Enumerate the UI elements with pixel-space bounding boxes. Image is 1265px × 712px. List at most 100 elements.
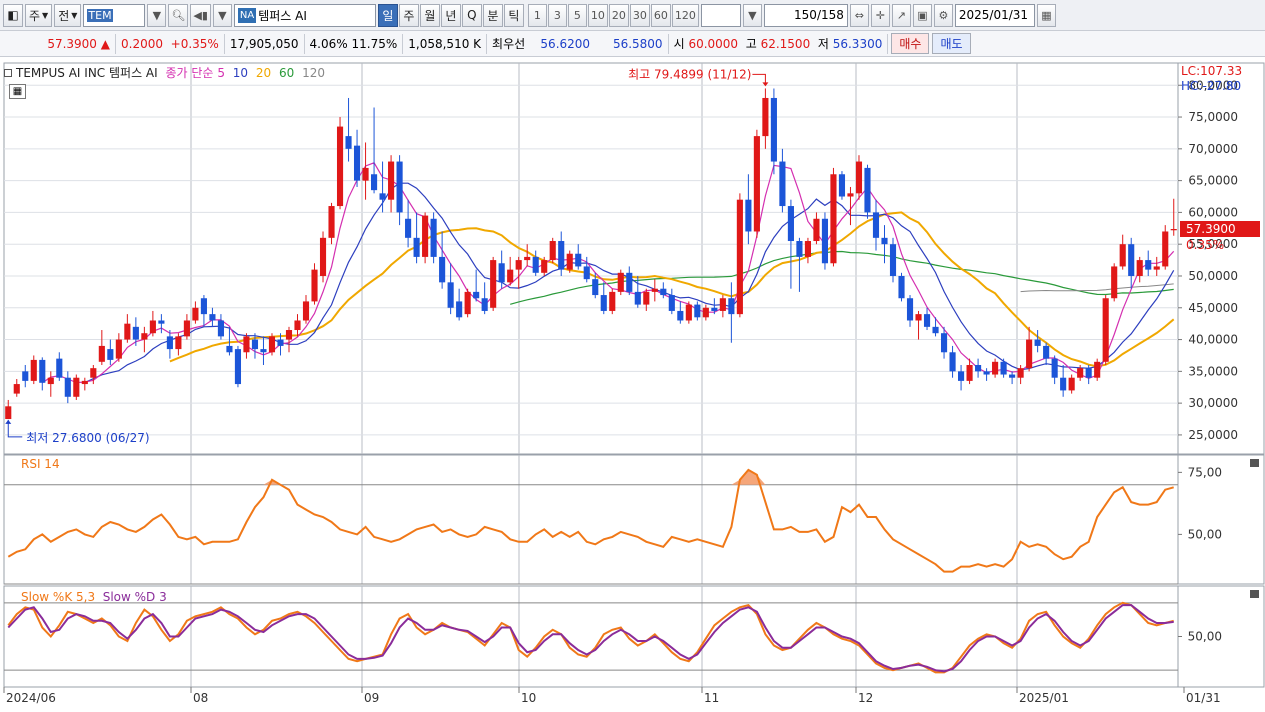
legend-square-icon: [4, 69, 12, 77]
tab-interval-20[interactable]: 20: [608, 3, 629, 27]
candle-body: [592, 279, 599, 296]
candle-body: [175, 336, 182, 350]
buy-button[interactable]: 매수: [891, 33, 930, 54]
open-value: 60.0000: [688, 36, 739, 51]
price-tick-label: 35,0000: [1188, 364, 1238, 378]
tab-period-4[interactable]: Q: [461, 3, 482, 27]
candle-body: [473, 291, 480, 299]
tab-interval-1[interactable]: 1: [527, 3, 547, 27]
quote-ohl: 시 60.0000 고 62.1500 저 56.3300: [669, 33, 889, 54]
tab-period-3[interactable]: 년: [440, 3, 461, 27]
date-input[interactable]: 2025/01/31: [954, 3, 1035, 27]
candle-body: [209, 314, 216, 321]
tab-period-5[interactable]: 분: [482, 3, 503, 27]
type-select[interactable]: 주 ▼: [25, 3, 53, 27]
candle-body: [5, 406, 12, 420]
tab-interval-3[interactable]: 3: [547, 3, 567, 27]
tab-period-6[interactable]: 틱: [503, 3, 524, 27]
stoch-tick-label: 50,00: [1188, 630, 1222, 644]
sound-button[interactable]: ◀▮: [190, 3, 211, 27]
panel-frame: [3, 454, 1179, 585]
chevron-down-icon: ▼: [748, 8, 757, 22]
layout-icon[interactable]: ◧: [3, 3, 23, 27]
x-tick-label: 08: [193, 691, 208, 705]
candle-body: [47, 377, 54, 385]
price-tick-label: 75,0000: [1188, 110, 1238, 124]
candle-body: [183, 320, 190, 337]
ma20-label: 20: [255, 66, 272, 80]
ma120-label: 120: [302, 66, 326, 80]
tab-period-2[interactable]: 월: [419, 3, 440, 27]
candle-body: [158, 320, 165, 324]
tab-interval-10[interactable]: 10: [587, 3, 608, 27]
candle-body: [149, 320, 156, 334]
count-input[interactable]: 150/158: [763, 3, 848, 27]
menu-dropdown-button[interactable]: ▼: [212, 3, 232, 27]
tab-interval-120[interactable]: 120: [671, 3, 699, 27]
candle-body: [251, 339, 259, 350]
tab-interval-30[interactable]: 30: [629, 3, 650, 27]
save-icon: ▣: [917, 8, 928, 22]
calendar-button[interactable]: ▦: [1036, 3, 1056, 27]
panel-frame: [3, 62, 1179, 455]
price-tick-label: 40,0000: [1188, 333, 1238, 347]
tab-period-1[interactable]: 주: [398, 3, 419, 27]
candle-body: [217, 320, 224, 337]
candle-body: [200, 298, 207, 315]
candle-body: [396, 161, 403, 213]
chevron-down-icon: ▼: [71, 10, 78, 20]
candle-body: [532, 256, 539, 273]
candle-body: [141, 333, 148, 340]
settings-button[interactable]: ⚙: [933, 3, 953, 27]
code-value: TEM: [87, 8, 113, 22]
candle-body: [762, 97, 769, 137]
candle-body: [81, 380, 88, 385]
candle-body: [447, 282, 454, 308]
panel-maximize-icon: [1250, 459, 1259, 467]
zoom-button[interactable]: ⇔: [849, 3, 869, 27]
candle-body: [804, 241, 811, 257]
chart-area[interactable]: 80,0000 75,0000 70,0000 65,0000 60,0000 55,00…: [0, 57, 1265, 709]
candle-body: [1136, 260, 1143, 276]
tool-button[interactable]: ↗: [891, 3, 911, 27]
quote-change: 0.2000 +0.35%: [116, 33, 225, 54]
code-dropdown-button[interactable]: ▼: [147, 3, 167, 27]
chart-svg[interactable]: 80,000075,000070,000065,000060,000055,00…: [0, 57, 1265, 709]
stock-name-field[interactable]: NA 템퍼스 AI: [233, 3, 376, 27]
candle-body: [124, 323, 131, 340]
chevron-down-icon: ▼: [42, 10, 49, 20]
x-tick-label: 2025/01: [1019, 691, 1069, 705]
quote-price: 57.3900 ▲: [4, 33, 116, 54]
market-select[interactable]: 전 ▼: [54, 3, 82, 27]
sell-button[interactable]: 매도: [932, 33, 971, 54]
candle-body: [115, 339, 122, 359]
search-icon: 🔍︎: [171, 8, 186, 22]
tab-interval-60[interactable]: 60: [650, 3, 671, 27]
candle-body: [192, 307, 199, 321]
quote-bar: 57.3900 ▲ 0.2000 +0.35% 17,905,050 4.06%…: [0, 31, 1265, 57]
search-button[interactable]: 🔍︎: [168, 3, 189, 27]
candle-body: [1060, 377, 1067, 391]
ask-value: 56.6200: [540, 36, 591, 51]
candle-body: [362, 167, 369, 181]
candle-body: [796, 241, 803, 257]
rsi-tick-label: 50,00: [1188, 527, 1222, 541]
candle-body: [234, 349, 242, 385]
interval-input[interactable]: [700, 3, 741, 27]
candle-body: [949, 352, 956, 372]
tab-interval-5[interactable]: 5: [567, 3, 587, 27]
candle-body: [719, 298, 726, 311]
panel-maximize-icon: [1250, 590, 1259, 598]
quote-amount: 1,058,510 K: [403, 33, 488, 54]
interval-dropdown-button[interactable]: ▼: [742, 3, 762, 27]
high-label: 고: [745, 37, 757, 51]
table-icon[interactable]: ▦: [9, 84, 26, 99]
crosshair-button[interactable]: ✛: [870, 3, 890, 27]
x-tick-label: 09: [364, 691, 379, 705]
candle-body: [787, 206, 794, 242]
candle-body: [983, 371, 990, 375]
code-input[interactable]: TEM: [83, 3, 146, 27]
tab-period-0[interactable]: 일: [377, 3, 398, 27]
save-button[interactable]: ▣: [912, 3, 932, 27]
low-value: 56.3300: [832, 36, 883, 51]
